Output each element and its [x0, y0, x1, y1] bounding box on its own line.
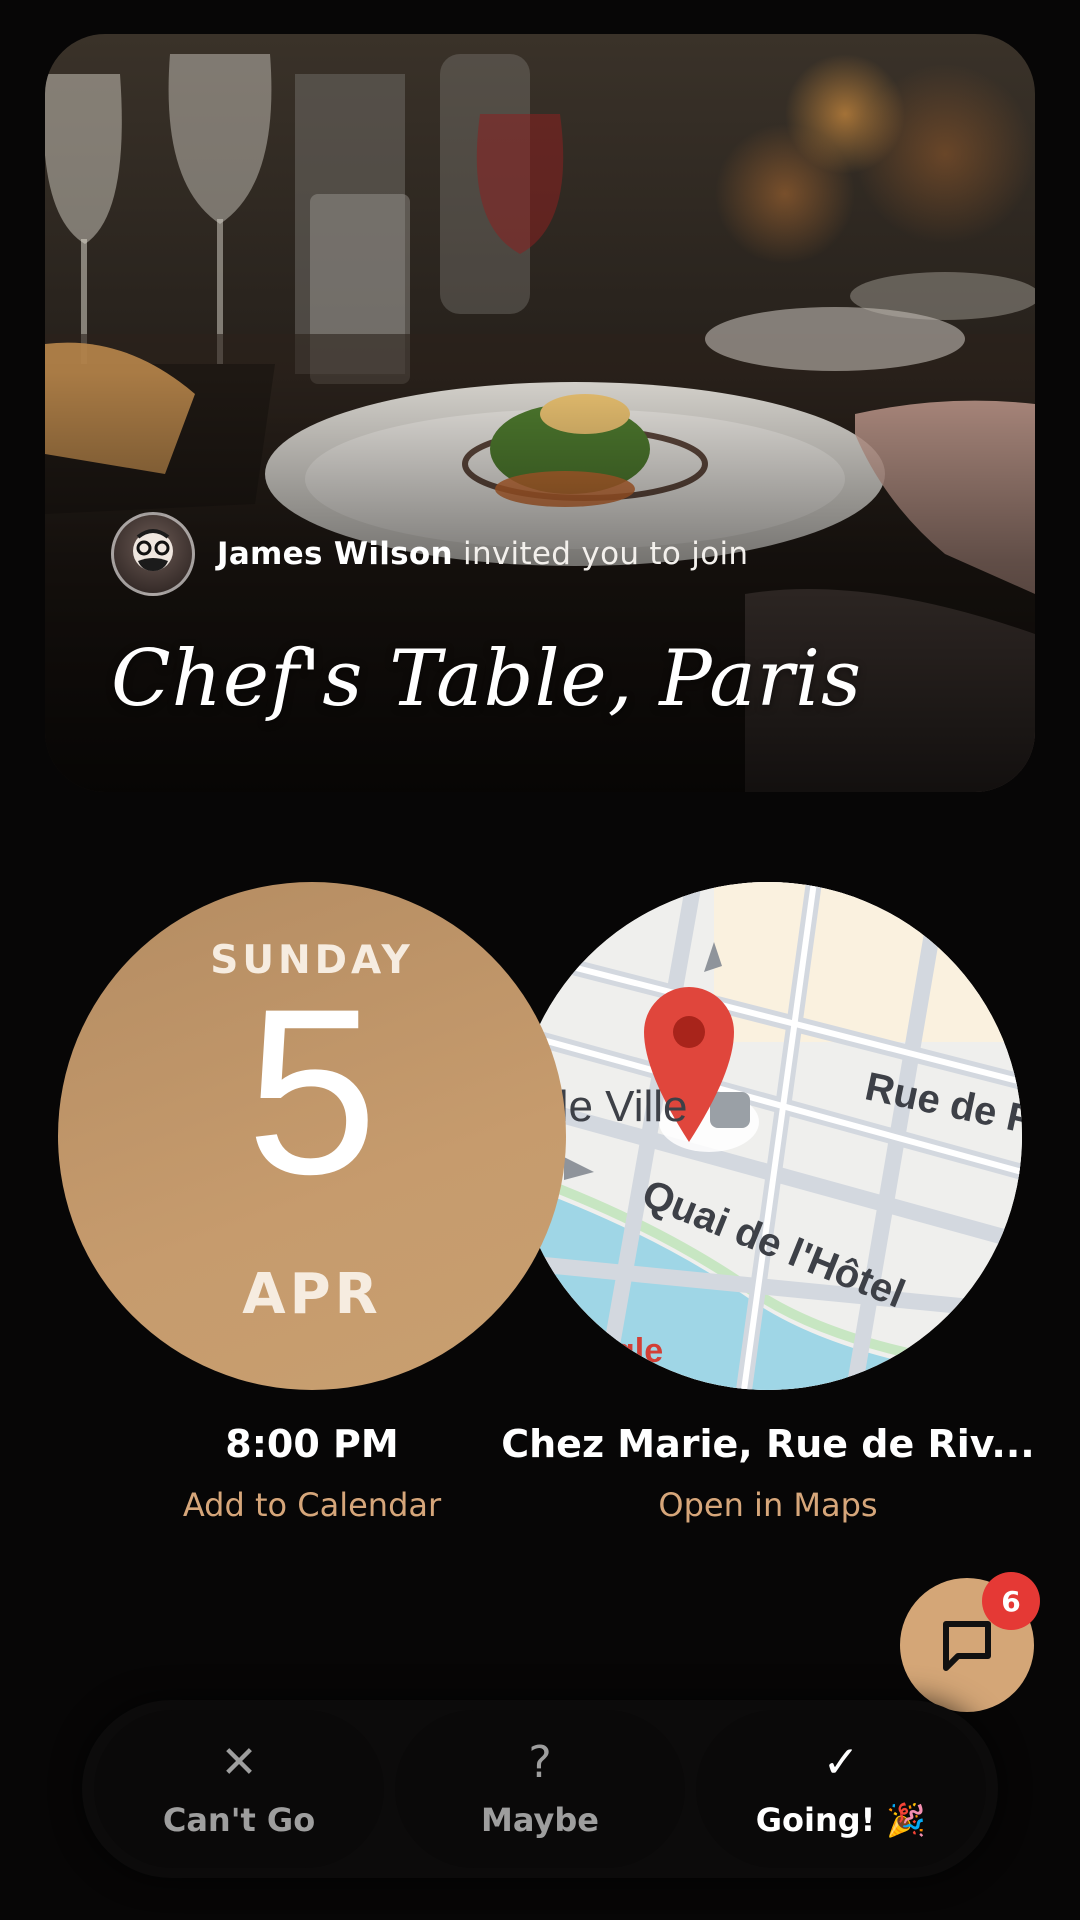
going-button[interactable]: ✓ Going! 🎉	[696, 1710, 986, 1868]
event-title: Chef's Table, Paris	[111, 634, 863, 724]
host-name: James Wilson	[217, 536, 453, 572]
close-icon: ✕	[220, 1737, 258, 1788]
event-invite-screen: James Wilson invited you to join Chef's …	[0, 0, 1080, 1920]
question-icon: ?	[528, 1737, 552, 1788]
rsvp-bar: ✕ Can't Go ? Maybe ✓ Going! 🎉	[82, 1700, 998, 1878]
date-month: APR	[242, 1262, 382, 1327]
unread-badge: 6	[982, 1572, 1040, 1630]
maybe-button[interactable]: ? Maybe	[395, 1710, 685, 1868]
cant-go-label: Can't Go	[162, 1801, 316, 1839]
event-hero-card: James Wilson invited you to join Chef's …	[45, 34, 1035, 792]
chat-bubble-icon	[943, 1621, 991, 1671]
invite-message: James Wilson invited you to join	[217, 536, 748, 572]
open-in-maps-link[interactable]: Open in Maps	[498, 1486, 1038, 1524]
invite-suffix: invited you to join	[452, 536, 749, 572]
date-day-number: 5	[246, 960, 378, 1224]
host-avatar[interactable]	[111, 512, 195, 596]
maybe-label: Maybe	[481, 1801, 599, 1839]
map-attribution: gle	[614, 1332, 664, 1370]
check-icon: ✓	[822, 1737, 860, 1788]
inviter-row: James Wilson invited you to join	[111, 512, 748, 596]
map-tiles	[514, 882, 1022, 1390]
date-circle[interactable]: SUNDAY 5 APR	[58, 882, 566, 1390]
venue-name: Chez Marie, Rue de Riv...	[501, 1422, 1035, 1466]
going-label: Going! 🎉	[755, 1801, 927, 1839]
avatar-face-icon	[133, 529, 173, 571]
location-info: Chez Marie, Rue de Riv... Open in Maps	[498, 1422, 1038, 1524]
map-preview[interactable]: de Ville Rue de R Quai de l'Hôtel gle	[514, 882, 1022, 1390]
cant-go-button[interactable]: ✕ Can't Go	[94, 1710, 384, 1868]
